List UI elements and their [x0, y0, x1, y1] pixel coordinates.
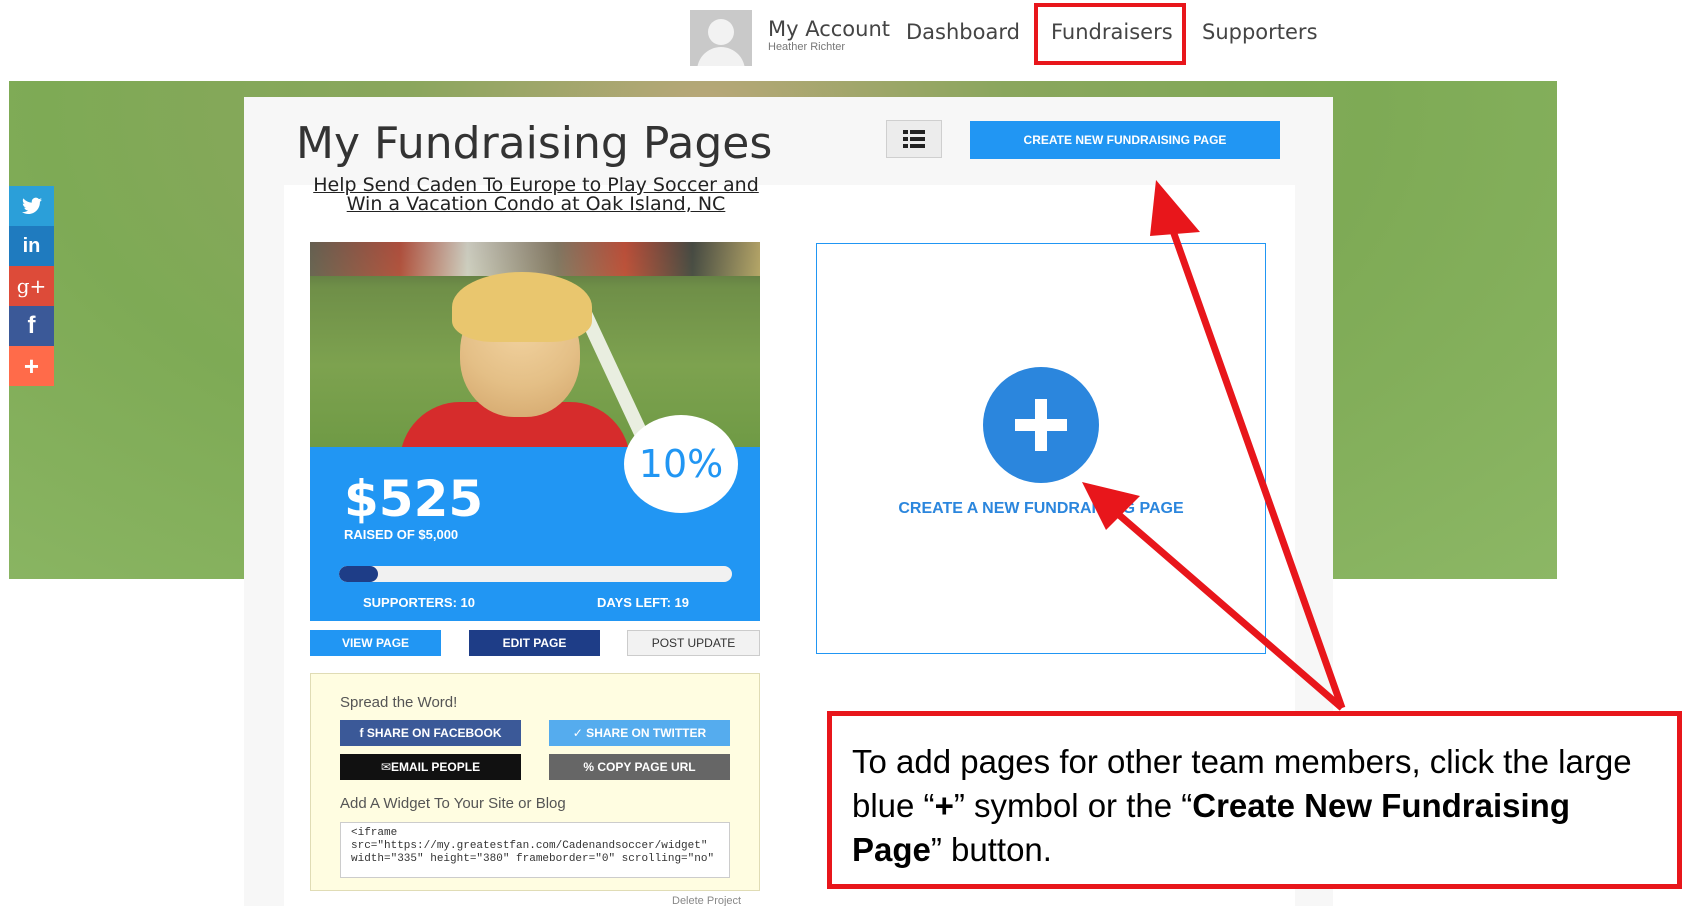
more-share-icon: +: [23, 350, 40, 381]
instruction-callout: To add pages for other team members, cli…: [827, 711, 1682, 889]
more-share-button[interactable]: +: [9, 346, 54, 386]
facebook-share-button[interactable]: f: [9, 306, 54, 346]
linkedin-icon: in: [22, 234, 41, 257]
post-update-button[interactable]: POST UPDATE: [627, 630, 760, 656]
nav-supporters[interactable]: Supporters: [1202, 20, 1318, 44]
create-new-page-label[interactable]: CREATE A NEW FUNDRAISING PAGE: [816, 500, 1266, 518]
callout-text-3: ” button.: [930, 831, 1052, 868]
facebook-icon: f: [27, 312, 36, 339]
view-page-button[interactable]: VIEW PAGE: [310, 630, 441, 656]
delete-project-link[interactable]: Delete Project: [672, 895, 741, 906]
avatar[interactable]: [690, 10, 752, 66]
edit-page-button[interactable]: EDIT PAGE: [469, 630, 600, 656]
add-page-plus-button[interactable]: [983, 367, 1099, 483]
widget-code-textarea[interactable]: <iframe src="https://my.greatestfan.com/…: [340, 822, 730, 878]
email-people-button[interactable]: ✉EMAIL PEOPLE: [340, 754, 521, 780]
supporters-count: SUPPORTERS: 10: [363, 595, 475, 610]
create-new-fundraising-page-button[interactable]: CREATE NEW FUNDRAISING PAGE: [970, 121, 1280, 159]
raised-of-goal: RAISED OF $5,000: [344, 527, 459, 542]
copy-page-url-button[interactable]: % COPY PAGE URL: [549, 754, 730, 780]
plus-icon: [1015, 399, 1067, 451]
nav-dashboard[interactable]: Dashboard: [906, 20, 1020, 44]
callout-text-2: ” symbol or the “: [953, 787, 1193, 824]
account-user-name: Heather Richter: [768, 41, 846, 53]
list-view-button[interactable]: [886, 120, 942, 158]
page-title: My Fundraising Pages: [296, 118, 773, 169]
spread-the-word-title: Spread the Word!: [340, 694, 458, 711]
share-on-twitter-button[interactable]: ✓ SHARE ON TWITTER: [549, 720, 730, 746]
linkedin-share-button[interactable]: in: [9, 226, 54, 266]
my-account-label: My Account: [768, 17, 891, 41]
top-navigation: My Account Heather Richter Dashboard Fun…: [0, 0, 1682, 80]
twitter-share-button[interactable]: [9, 186, 54, 226]
google-plus-share-button[interactable]: g+: [9, 266, 54, 306]
share-on-facebook-button[interactable]: f SHARE ON FACEBOOK: [340, 720, 521, 746]
percent-funded-badge: 10%: [624, 415, 738, 513]
progress-bar-fill: [339, 566, 379, 582]
days-left: DAYS LEFT: 19: [597, 595, 689, 610]
google-plus-icon: g+: [16, 274, 47, 298]
twitter-icon: [21, 197, 42, 214]
callout-plus-symbol: +: [934, 787, 954, 824]
my-account-link[interactable]: My Account Heather Richter: [768, 17, 890, 53]
widget-title: Add A Widget To Your Site or Blog: [340, 795, 566, 812]
amount-raised: $525: [344, 470, 484, 528]
fundraiser-title-link[interactable]: Help Send Caden To Europe to Play Soccer…: [306, 176, 766, 214]
list-icon: [903, 130, 925, 148]
fundraisers-highlight-box: [1034, 3, 1186, 65]
progress-bar: [339, 566, 732, 582]
